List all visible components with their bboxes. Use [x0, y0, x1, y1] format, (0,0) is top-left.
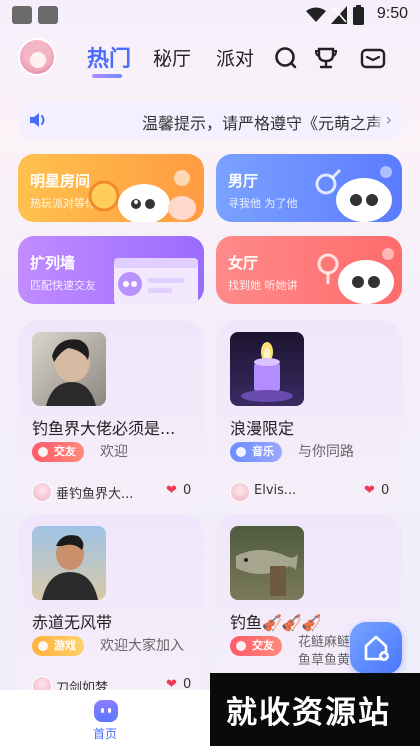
home-plus-icon — [364, 635, 389, 661]
room-card-star[interactable]: 明星房间 热玩派对等你来 — [18, 154, 204, 222]
post-tag: 交友 — [32, 442, 84, 462]
tab-hot[interactable]: 热门 — [87, 41, 131, 73]
mascot-coin-icon — [88, 170, 196, 222]
post-description: 与你同路 — [298, 444, 354, 460]
post-card[interactable]: 浪漫限定 音乐 与你同路 Elvis... ❤ 0 — [216, 320, 402, 506]
battery-icon — [353, 5, 364, 25]
watermark: 就收资源站 — [210, 673, 420, 746]
room-card-male-hall[interactable]: 男厅 寻我他 为了他 — [216, 154, 402, 222]
chevron-right-icon: › — [385, 110, 392, 129]
post-card[interactable]: 钓鱼界大佬必须是... 交友 欢迎 垂钓鱼界大... ❤ 0 — [18, 320, 204, 506]
tab-party[interactable]: 派对 — [216, 44, 254, 71]
author-avatar[interactable] — [32, 482, 52, 502]
author-name[interactable]: Elvis... — [254, 483, 296, 498]
room-card-title: 男厅 — [228, 172, 259, 190]
signal-icon — [331, 6, 347, 24]
room-card-title: 扩列墙 — [30, 254, 76, 272]
room-card-female-hall[interactable]: 女厅 找到她 听她讲 — [216, 236, 402, 304]
speaker-icon — [30, 113, 45, 127]
like-count: 0 — [381, 483, 390, 498]
heart-icon[interactable]: ❤ — [364, 483, 375, 498]
post-card[interactable]: 赤道无风带 游戏 欢迎大家加入 刀剑如梦 ❤ 0 — [18, 514, 204, 704]
mascot-chat-icon — [114, 258, 198, 304]
wifi-icon — [306, 7, 326, 22]
post-description: 欢迎大家加入 — [100, 638, 184, 654]
like-count: 0 — [183, 483, 192, 498]
post-thumbnail — [32, 526, 106, 600]
home-icon — [94, 700, 118, 722]
tab-secret-hall[interactable]: 秘厅 — [153, 44, 191, 71]
user-avatar[interactable] — [18, 38, 56, 76]
post-thumbnail — [230, 526, 304, 600]
create-room-button[interactable] — [350, 622, 402, 674]
top-nav: 热门 秘厅 派对 — [0, 34, 420, 82]
mail-icon[interactable] — [360, 45, 386, 71]
notice-text: 温馨提示，请严格遵守《元萌之声 — [142, 114, 383, 133]
trophy-icon[interactable] — [313, 45, 339, 71]
active-tab-indicator — [92, 74, 122, 78]
post-thumbnail — [32, 332, 106, 406]
post-tag: 游戏 — [32, 636, 84, 656]
room-card-title: 明星房间 — [30, 172, 91, 190]
post-title: 钓鱼界大佬必须是... — [32, 419, 176, 438]
room-card-expand-wall[interactable]: 扩列墙 匹配快速交友 — [18, 236, 204, 304]
post-description: 欢迎 — [100, 444, 128, 460]
mascot-female-icon — [317, 248, 394, 304]
app-square-icon — [12, 6, 32, 24]
app-square-icon — [38, 6, 58, 24]
notice-bar[interactable]: 温馨提示，请严格遵守《元萌之声 › — [18, 101, 402, 139]
mascot-male-icon — [315, 166, 392, 222]
post-thumbnail — [230, 332, 304, 406]
status-time: 9:50 — [376, 5, 408, 22]
author-avatar[interactable] — [230, 482, 250, 502]
bottom-tab-home[interactable]: 首页 — [86, 700, 126, 742]
post-title: 浪漫限定 — [230, 419, 295, 438]
post-title: 赤道无风带 — [32, 613, 113, 632]
room-card-title: 女厅 — [228, 254, 259, 272]
status-bar: 9:50 — [0, 0, 420, 30]
watermark-text: 就收资源站 — [226, 695, 391, 731]
post-tag: 音乐 — [230, 442, 282, 462]
bottom-tab-home-label: 首页 — [93, 727, 118, 741]
notice-chevron[interactable]: › — [372, 101, 402, 139]
post-tag: 交友 — [230, 636, 282, 656]
author-name[interactable]: 垂钓鱼界大... — [56, 483, 133, 502]
heart-icon[interactable]: ❤ — [166, 483, 177, 498]
search-icon[interactable] — [273, 45, 299, 71]
